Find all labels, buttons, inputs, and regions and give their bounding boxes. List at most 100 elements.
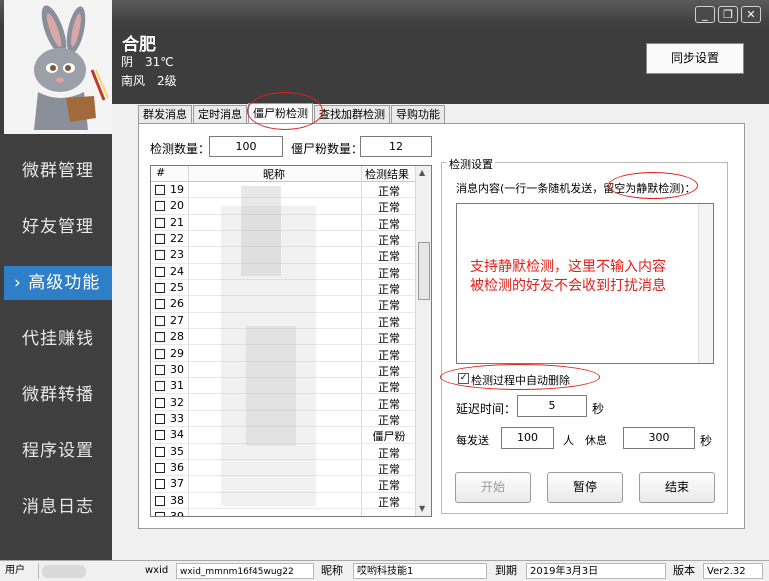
minimize-button[interactable]: _	[695, 6, 715, 23]
row-checkbox[interactable]	[155, 430, 165, 441]
row-checkbox[interactable]	[155, 479, 165, 490]
row-checkbox[interactable]	[155, 299, 165, 310]
header-nickname: 昵称	[263, 168, 285, 181]
row-checkbox[interactable]	[155, 446, 165, 457]
row-checkbox[interactable]	[155, 397, 165, 408]
status-user-label: 用户	[2, 563, 39, 579]
row-number: 37	[170, 477, 184, 491]
highlight-ellipse-auto-delete	[440, 364, 600, 390]
row-checkbox[interactable]	[155, 462, 165, 473]
close-button[interactable]: ✕	[741, 6, 761, 23]
pause-button[interactable]: 暂停	[547, 472, 623, 503]
row-result: 正常	[378, 364, 400, 378]
row-result: 正常	[378, 397, 400, 411]
row-checkbox[interactable]	[155, 512, 165, 516]
scroll-thumb[interactable]	[418, 242, 430, 300]
blurred-user-name	[42, 565, 86, 578]
row-checkbox[interactable]	[155, 364, 165, 375]
row-result: 僵尸粉	[372, 430, 406, 444]
row-result: 正常	[378, 348, 400, 362]
row-checkbox[interactable]	[155, 201, 165, 212]
row-result: 正常	[378, 299, 400, 313]
stop-button[interactable]: 结束	[639, 472, 715, 503]
active-indicator-icon: ›	[14, 273, 29, 293]
row-number: 30	[170, 362, 184, 376]
row-number: 22	[170, 232, 184, 246]
scroll-up-icon[interactable]: ▲	[419, 168, 425, 177]
sidebar-item-advanced[interactable]: › 高级功能	[4, 266, 112, 300]
sidebar-item-group-management[interactable]: 微群管理	[0, 154, 112, 188]
row-checkbox[interactable]	[155, 185, 165, 195]
friend-list: # 昵称 检测结果 19 正常 20 正常 21 正常 22 正常 23 正常 24 正常 25 正常 26…	[150, 165, 432, 517]
row-number: 19	[170, 183, 184, 196]
tab-group-join-detect[interactable]: 查找加群检测	[314, 105, 390, 123]
row-checkbox[interactable]	[155, 413, 165, 424]
textarea-scrollbar[interactable]	[698, 204, 713, 363]
row-result: 正常	[378, 217, 400, 231]
detect-count-input[interactable]: 100	[209, 136, 283, 157]
status-version-value: Ver2.32	[703, 563, 763, 579]
header-result: 检测结果	[365, 168, 409, 181]
tab-mass-message[interactable]: 群发消息	[138, 105, 192, 123]
row-result: 正常	[378, 446, 400, 460]
sync-settings-button[interactable]: 同步设置	[646, 43, 744, 74]
row-result: 正常	[378, 234, 400, 248]
sidebar-item-label: 高级功能	[28, 273, 101, 293]
row-result: 正常	[378, 381, 400, 395]
row-checkbox[interactable]	[155, 495, 165, 506]
detect-settings-title: 检测设置	[447, 156, 495, 172]
sidebar-item-message-log[interactable]: 消息日志	[0, 490, 112, 524]
row-result: 正常	[378, 315, 400, 329]
tab-shopping-guide[interactable]: 导购功能	[391, 105, 445, 123]
row-result: 正常	[378, 413, 400, 427]
header-number: #	[156, 166, 166, 179]
row-number: 27	[170, 313, 184, 327]
row-number: 39	[170, 510, 184, 517]
row-result: 正常	[378, 201, 400, 215]
row-checkbox[interactable]	[155, 315, 165, 326]
row-checkbox[interactable]	[155, 266, 165, 277]
wind-text: 南风 2级	[121, 74, 177, 88]
sidebar-item-program-settings[interactable]: 程序设置	[0, 434, 112, 468]
rest-input[interactable]: 300	[623, 427, 695, 449]
sidebar-item-friend-management[interactable]: 好友管理	[0, 210, 112, 244]
scroll-down-icon[interactable]: ▼	[419, 504, 425, 513]
row-number: 25	[170, 281, 184, 295]
status-wxid-value: wxid_mmnm16f45wug22	[176, 563, 314, 579]
row-checkbox[interactable]	[155, 250, 165, 261]
row-number: 38	[170, 493, 184, 507]
tab-scheduled-message[interactable]: 定时消息	[193, 105, 247, 123]
row-result: 正常	[378, 495, 400, 509]
sidebar: 微群管理 好友管理 › 高级功能 代挂赚钱 微群转播 程序设置 消息日志	[0, 135, 112, 560]
row-checkbox[interactable]	[155, 381, 165, 392]
row-checkbox[interactable]	[155, 283, 165, 294]
row-checkbox[interactable]	[155, 332, 165, 343]
row-checkbox[interactable]	[155, 234, 165, 245]
row-number: 35	[170, 444, 184, 458]
sidebar-item-earn-money[interactable]: 代挂赚钱	[0, 322, 112, 356]
status-nick-value: 哎哟科技能1	[353, 563, 487, 579]
per-send-input[interactable]: 100	[501, 427, 554, 449]
row-checkbox[interactable]	[155, 348, 165, 359]
sidebar-item-group-broadcast[interactable]: 微群转播	[0, 378, 112, 412]
zombie-count-input[interactable]: 12	[360, 136, 432, 157]
row-result: 正常	[378, 462, 400, 476]
highlight-ellipse-tab	[247, 92, 323, 130]
start-button[interactable]: 开始	[455, 472, 531, 503]
row-result: 正常	[378, 250, 400, 264]
table-row[interactable]: 39	[151, 509, 415, 517]
row-number: 36	[170, 460, 184, 474]
app-window: _ ❐ ✕ 合肥 阴 31℃ 南风 2级 同步设置 微群管理 好友管理 › 高级…	[0, 0, 769, 581]
list-scrollbar[interactable]: ▲ ▼	[415, 166, 431, 516]
delay-input[interactable]: 5	[517, 395, 587, 417]
highlight-ellipse	[608, 172, 698, 199]
restore-button[interactable]: ❐	[718, 6, 738, 23]
status-bar: 用户 wxid wxid_mmnm16f45wug22 昵称 哎哟科技能1 到期…	[0, 560, 769, 581]
row-checkbox[interactable]	[155, 217, 165, 228]
row-number: 31	[170, 379, 184, 393]
table-row[interactable]: 19 正常	[151, 182, 415, 199]
row-number: 32	[170, 395, 184, 409]
row-number: 24	[170, 264, 184, 278]
per-send-unit: 人 休息	[563, 434, 607, 447]
row-number: 34	[170, 428, 184, 442]
